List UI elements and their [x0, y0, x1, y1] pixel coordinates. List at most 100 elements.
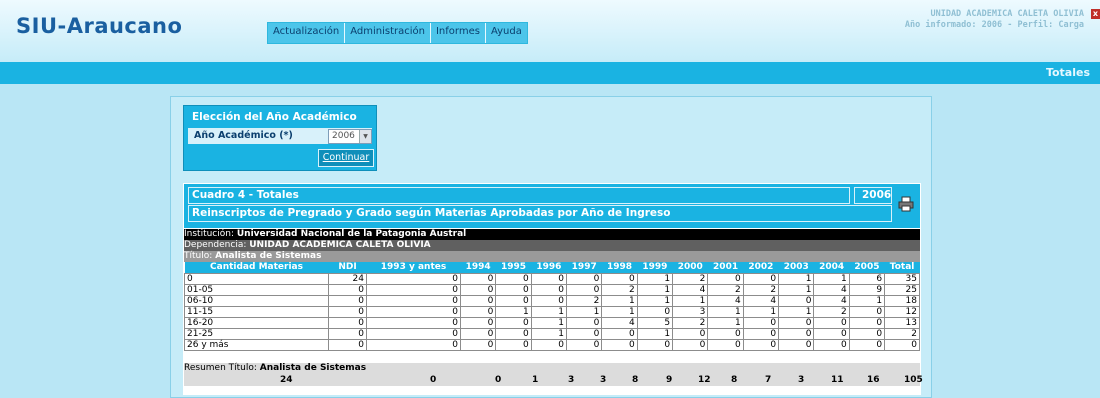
table-cell: 0: [530, 295, 568, 307]
table-cell: 4: [813, 284, 850, 296]
row-label-cell: 01-05: [184, 284, 329, 296]
table-cell: 4: [742, 295, 780, 307]
dependencia-value: UNIDAD ACADEMICA CALETA OLIVIA: [249, 240, 431, 250]
titulo-line: Título: Analista de Sistemas: [184, 251, 920, 262]
titulo-value: Analista de Sistemas: [215, 251, 322, 261]
table-cell: 1: [636, 328, 674, 340]
table-cell: 1: [601, 295, 638, 307]
year-selector-box: Elección del Año Académico Año Académico…: [183, 105, 377, 171]
table-cell: 0: [707, 328, 744, 340]
table-cell: 0: [566, 339, 603, 351]
menu-administracion[interactable]: Administración: [345, 23, 431, 43]
table-cell: 0: [636, 306, 674, 318]
table-cell: 0: [328, 306, 367, 318]
table-cell: 0: [566, 328, 603, 340]
table-cell: 0: [495, 284, 532, 296]
summary-cell: 3: [600, 375, 607, 385]
table-cell: 2: [672, 273, 709, 285]
summary-cell: 16: [867, 375, 880, 385]
table-cell: 18: [884, 295, 920, 307]
table-row: 11-15 0 0 0 1 1 1 1 0 3 1 1 1 2 0 12: [184, 306, 920, 318]
menu-actualizacion[interactable]: Actualización: [268, 23, 346, 43]
table-cell: 0: [707, 273, 744, 285]
table-cell: 1: [636, 295, 674, 307]
table-cell: 0: [742, 317, 780, 329]
table-cell: 1: [566, 306, 603, 318]
table-cell: 6: [848, 273, 886, 285]
table-cell: 1: [707, 317, 744, 329]
table-cell: 2: [884, 328, 920, 340]
table-cell: 0: [366, 317, 461, 329]
table-cell: 0: [778, 328, 815, 340]
report-title: Cuadro 4 - Totales: [192, 189, 299, 201]
summary-row: 24 0 0 1 3 3 8 9 12 8 7 3 11 16 105: [184, 374, 923, 386]
column-header: Cantidad Materias: [184, 262, 329, 274]
table-row: 0 24 0 0 0 0 0 0 1 2 0 0 1 1 6 35: [184, 273, 920, 285]
dependencia-line: Dependencia: UNIDAD ACADEMICA CALETA OLI…: [184, 240, 920, 251]
table-cell: 4: [813, 295, 850, 307]
table-cell: 0: [328, 328, 367, 340]
table-cell: 0: [530, 284, 568, 296]
close-icon[interactable]: x: [1091, 9, 1100, 19]
table-cell: 1: [778, 273, 815, 285]
table-cell: 0: [601, 328, 638, 340]
table-cell: 5: [636, 317, 674, 329]
summary-cell: 9: [666, 375, 673, 385]
menu-ayuda[interactable]: Ayuda: [486, 23, 527, 43]
summary-cell: 8: [731, 375, 738, 385]
table-cell: 0: [778, 295, 815, 307]
top-header: SIU-Araucano Actualización Administració…: [0, 0, 1100, 62]
table-cell: 2: [566, 295, 603, 307]
table-cell: 0: [566, 273, 603, 285]
year-select[interactable]: 2006 ▼: [328, 129, 372, 144]
table-cell: 0: [636, 339, 674, 351]
report-subtitle: Reinscriptos de Pregrado y Grado según M…: [192, 207, 671, 219]
table-cell: 0: [742, 273, 780, 285]
table-body: 0 24 0 0 0 0 0 0 1 2 0 0 1 1 6 35 01-05 0 0 0 0 0 0 2 1 4 2 2 1 4 9 25 0…: [184, 273, 920, 351]
table-cell: 1: [495, 306, 532, 318]
table-cell: 9: [848, 284, 886, 296]
row-label-cell: 06-10: [184, 295, 329, 307]
table-cell: 0: [848, 339, 886, 351]
table-cell: 0: [459, 328, 497, 340]
table-cell: 0: [495, 339, 532, 351]
menu-informes[interactable]: Informes: [431, 23, 486, 43]
table-row: 01-05 0 0 0 0 0 0 2 1 4 2 2 1 4 9 25: [184, 284, 920, 296]
table-cell: 0: [459, 317, 497, 329]
table-cell: 1: [530, 306, 568, 318]
table-cell: 1: [636, 273, 674, 285]
report-year: 2006: [862, 189, 892, 201]
printer-icon[interactable]: [898, 196, 914, 212]
row-label-cell: 11-15: [184, 306, 329, 318]
row-label-cell: 26 y más: [184, 339, 329, 351]
table-cell: 0: [848, 328, 886, 340]
column-header: 2001: [707, 262, 744, 274]
table-cell: 2: [601, 284, 638, 296]
table-cell: 0: [459, 273, 497, 285]
table-cell: 1: [601, 306, 638, 318]
institucion-label: Institución:: [184, 229, 237, 239]
titulo-label: Título:: [184, 251, 216, 261]
column-header: 2005: [849, 262, 885, 274]
column-header: 1999: [637, 262, 673, 274]
table-cell: 0: [328, 284, 367, 296]
table-cell: 0: [530, 273, 568, 285]
table-cell: 0: [366, 273, 461, 285]
summary-cell: 0: [430, 375, 437, 385]
app-logo: SIU-Araucano: [16, 14, 183, 38]
chevron-down-icon[interactable]: ▼: [359, 130, 371, 143]
column-header: Total: [884, 262, 920, 274]
table-cell: 1: [848, 295, 886, 307]
row-label-cell: 0: [184, 273, 329, 285]
table-cell: 0: [884, 339, 920, 351]
table-cell: 0: [328, 339, 367, 351]
table-cell: 2: [742, 284, 780, 296]
summary-cell: 1: [532, 375, 539, 385]
table-row: 06-10 0 0 0 0 0 2 1 1 1 4 4 0 4 1 18: [184, 295, 920, 307]
table-cell: 0: [366, 284, 461, 296]
continuar-button[interactable]: Continuar: [318, 149, 374, 167]
table-cell: 2: [813, 306, 850, 318]
table-cell: 2: [672, 317, 709, 329]
table-cell: 4: [672, 284, 709, 296]
summary-cell: 11: [831, 375, 844, 385]
